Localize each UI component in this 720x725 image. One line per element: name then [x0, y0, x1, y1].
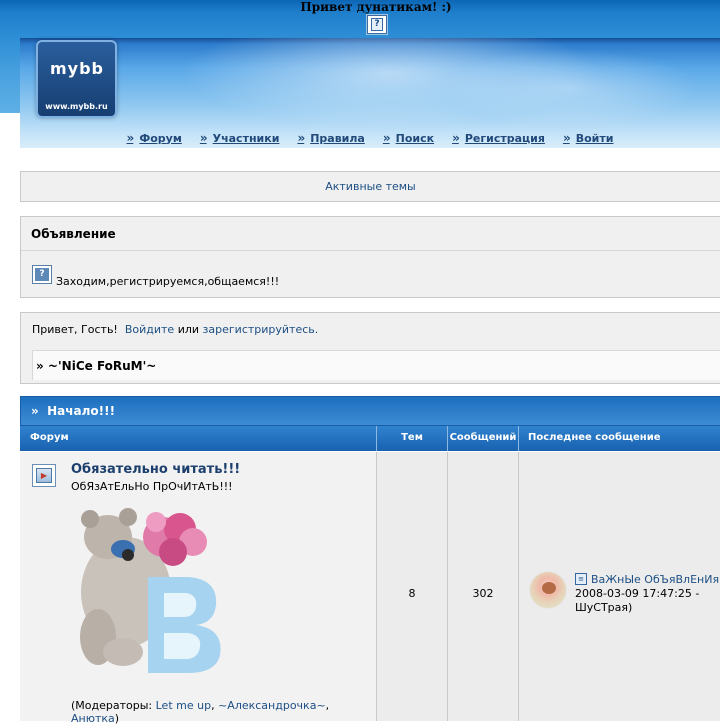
moderator-link[interactable]: ~Александрочка~: [218, 699, 326, 712]
column-header-forum: Форум: [20, 426, 377, 451]
guest-greeting: Привет, Гость!: [32, 323, 118, 336]
posts-count: 302: [472, 587, 494, 600]
broken-image-icon: ?: [366, 14, 388, 35]
category-header: » Начало!!!: [20, 396, 720, 426]
table-header: Форум Тем Сообщений Последнее сообщение: [20, 426, 720, 451]
site-logo[interactable]: mybb www.mybb.ru: [36, 40, 117, 118]
nav-rules[interactable]: » Правила: [297, 129, 364, 147]
topics-count: 8: [408, 587, 416, 600]
nav-members[interactable]: » Участники: [200, 129, 280, 147]
forum-description: ОбЯзАтЕльНо ПрОчИтАтЬ!!!: [71, 480, 233, 493]
last-post-link[interactable]: ВаЖнЫе ОбЪяВлЕнИя: [591, 573, 719, 586]
guest-panel: Привет, Гость! Войдите или зарегистрируй…: [20, 312, 720, 384]
guest-welcome: Привет, Гость! Войдите или зарегистрируй…: [32, 323, 318, 336]
announcement-panel: Объявление ? Заходим,регистрируемся,обща…: [20, 216, 720, 298]
forum-name-link[interactable]: Обязательно читать!!!: [71, 462, 240, 477]
table-row: ▶ Обязательно читать!!! ОбЯзАтЕльНо ПрОч…: [20, 451, 720, 725]
logo-mark: mybb: [49, 59, 104, 78]
nav-forum[interactable]: » Форум: [127, 129, 182, 147]
last-post-cell: ≡ ВаЖнЫе ОбЪяВлЕнИя 2008-03-09 17:47:25 …: [519, 452, 720, 721]
broken-image-icon: ?: [32, 265, 52, 284]
chevron-right-icon: »: [199, 131, 208, 145]
avatar: [529, 571, 567, 609]
topics-cell: 8: [377, 452, 448, 721]
chevron-right-icon: »: [562, 131, 571, 145]
column-header-topics: Тем: [377, 426, 448, 451]
last-post-date: 2008-03-09 17:47:25 -: [575, 587, 700, 600]
nav-search[interactable]: » Поиск: [383, 129, 434, 147]
active-topics-link[interactable]: Активные темы: [325, 180, 416, 193]
breadcrumb-text: » ~'NiCe FoRuM'~: [36, 359, 157, 373]
announcement-text: Заходим,регистрируемся,общаемся!!!: [56, 275, 280, 288]
category-title[interactable]: » Начало!!!: [31, 404, 115, 418]
or-text: или: [177, 323, 200, 336]
column-header-last-post: Последнее сообщение: [528, 432, 661, 443]
breadcrumb: » ~'NiCe FoRuM'~: [32, 350, 720, 380]
chevron-right-icon: »: [452, 131, 460, 145]
announcement-title: Объявление: [31, 227, 116, 241]
login-link[interactable]: Войдите: [125, 323, 174, 336]
forum-status-icon: ▶: [32, 464, 56, 487]
nav-register[interactable]: » Регистрация: [452, 129, 545, 147]
chevron-right-icon: »: [126, 131, 135, 145]
chevron-right-icon: »: [382, 131, 391, 145]
greeting-text: Привет дунатикам! :): [300, 0, 452, 14]
logo-url: www.mybb.ru: [45, 102, 108, 111]
new-post-icon: ≡: [575, 573, 587, 585]
column-header-posts: Сообщений: [448, 426, 519, 451]
moderator-link[interactable]: Let me up: [156, 699, 211, 712]
moderators-line: (Модераторы: Let me up, ~Александрочка~,…: [71, 699, 330, 725]
active-topics-panel: Активные темы: [20, 171, 720, 202]
chevron-right-icon: »: [297, 131, 305, 145]
chevron-right-icon: »: [31, 404, 48, 418]
main-nav: » Форум » Участники » Правила » Поиск » Регис…: [20, 129, 720, 147]
forum-cell: ▶ Обязательно читать!!! ОбЯзАтЕльНо ПрОч…: [20, 452, 377, 725]
teddy-bear-image: [80, 508, 221, 673]
register-link[interactable]: зарегистрируйтесь.: [203, 323, 319, 336]
divider: [21, 250, 720, 251]
posts-cell: 302: [448, 452, 519, 721]
last-post-author: ШуСТрая): [575, 601, 633, 614]
moderator-link[interactable]: Анютка: [71, 712, 115, 725]
nav-login[interactable]: » Войти: [563, 129, 614, 147]
